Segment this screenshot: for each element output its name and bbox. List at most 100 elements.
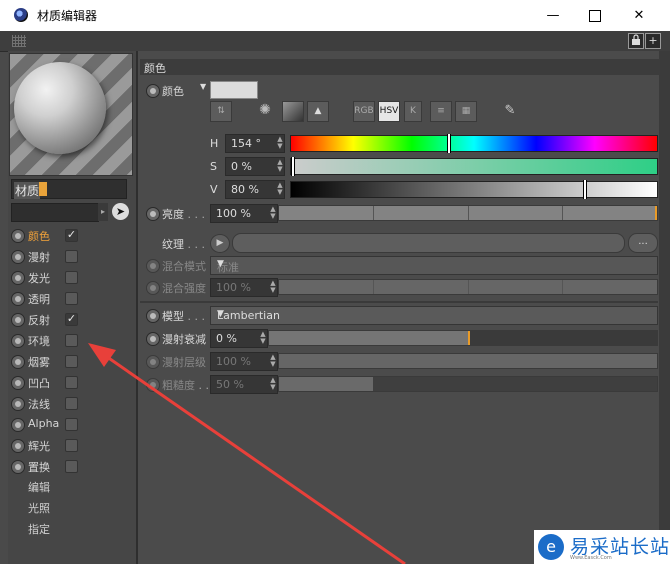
channel-radio[interactable] (11, 292, 25, 306)
channel-checkbox[interactable] (65, 334, 78, 347)
channel-item[interactable]: 发光 (10, 268, 138, 288)
texture-menu-button[interactable]: ▶ (210, 234, 230, 253)
lock-icon[interactable] (628, 33, 644, 49)
channel-checkbox-checked[interactable]: ✓ (65, 313, 78, 326)
picker-icon-1[interactable]: ⇅ (210, 101, 232, 122)
channel-label[interactable]: 烟雾 (28, 354, 50, 370)
channel-label[interactable]: 辉光 (28, 438, 50, 454)
channel-radio[interactable] (11, 397, 25, 411)
channel-checkbox[interactable] (65, 355, 78, 368)
channel-item[interactable]: 漫射 (10, 247, 138, 267)
channel-radio[interactable] (11, 250, 25, 264)
maximize-button[interactable] (572, 0, 618, 31)
channel-label[interactable]: 反射 (28, 312, 50, 328)
roughness-field[interactable]: 50 % ▲ ▼ (210, 375, 278, 394)
brightness-slider[interactable] (278, 205, 658, 221)
left-dropdown-arrow-icon[interactable]: ▸ (98, 203, 108, 221)
add-icon[interactable]: + (645, 33, 661, 49)
channel-radio[interactable] (11, 355, 25, 369)
v-value-field[interactable]: 80 % ▲ ▼ (225, 180, 285, 199)
channel-label[interactable]: 置换 (28, 459, 50, 475)
blend-mode-dropdown[interactable]: 标准 ▼ (210, 256, 658, 275)
channel-radio[interactable] (11, 334, 25, 348)
roughness-slider[interactable] (278, 376, 658, 392)
diffuse-level-slider[interactable] (278, 353, 658, 369)
extra-item[interactable]: 光照 (28, 500, 50, 516)
channel-item[interactable]: 透明 (10, 289, 138, 309)
blend-strength-spinner-icon[interactable]: ▲ ▼ (270, 280, 276, 294)
color-wheel-icon[interactable]: ✺ (255, 101, 275, 120)
left-dropdown-field[interactable] (11, 203, 99, 222)
diffuse-level-radio[interactable] (146, 355, 160, 369)
close-button[interactable]: ✕ (616, 0, 662, 31)
channel-radio[interactable] (11, 439, 25, 453)
channel-checkbox[interactable] (65, 397, 78, 410)
extra-item[interactable]: 编辑 (28, 479, 50, 495)
channel-item[interactable]: 法线 (10, 394, 138, 414)
diffuse-level-spinner-icon[interactable]: ▲ ▼ (270, 354, 276, 368)
brightness-radio[interactable] (146, 207, 160, 221)
channel-item[interactable]: 反射 ✓ (10, 310, 138, 330)
brightness-spinner-icon[interactable]: ▲ ▼ (270, 206, 276, 220)
value-marker[interactable] (583, 180, 587, 199)
hue-slider[interactable] (290, 134, 658, 153)
s-value-field[interactable]: 0 % ▲ ▼ (225, 157, 285, 176)
swatches-icon[interactable]: ▦ (455, 101, 477, 122)
channel-checkbox[interactable] (65, 418, 78, 431)
brightness-handle[interactable] (655, 206, 657, 220)
eyedropper-icon[interactable]: ✎ (500, 101, 520, 120)
sliders-icon[interactable]: ≡ (430, 101, 452, 122)
cursor-pick-icon[interactable]: ➤ (112, 203, 129, 220)
diffuse-falloff-slider[interactable] (268, 330, 658, 346)
texture-field[interactable] (232, 233, 625, 253)
texture-more-button[interactable]: ... (628, 233, 658, 253)
channel-radio[interactable] (11, 313, 25, 327)
h-value-field[interactable]: 154 ° ▲ ▼ (225, 134, 285, 153)
channel-label[interactable]: 凹凸 (28, 375, 50, 391)
channel-checkbox[interactable] (65, 376, 78, 389)
diffuse-falloff-radio[interactable] (146, 332, 160, 346)
color-expand-icon[interactable]: ▼ (200, 82, 206, 91)
material-name-field[interactable]: 材质 (11, 179, 127, 199)
spectrum-icon[interactable] (282, 101, 304, 122)
brightness-field[interactable]: 100 % ▲ ▼ (210, 204, 278, 223)
s-spinner-icon[interactable]: ▲ ▼ (277, 159, 283, 173)
channel-item[interactable]: 凹凸 (10, 373, 138, 393)
channel-radio[interactable] (11, 418, 25, 432)
channel-label[interactable]: 环境 (28, 333, 50, 349)
blend-mode-radio[interactable] (146, 259, 160, 273)
channel-item[interactable]: 置换 (10, 457, 138, 477)
diffuse-falloff-spinner-icon[interactable]: ▲ ▼ (260, 331, 266, 345)
rgb-mode-button[interactable]: RGB (353, 101, 375, 122)
color-radio[interactable] (146, 84, 160, 98)
model-dropdown[interactable]: Lambertian ▼ (210, 306, 658, 325)
channel-checkbox[interactable] (65, 271, 78, 284)
channel-label[interactable]: 发光 (28, 270, 50, 286)
channel-label[interactable]: 漫射 (28, 249, 50, 265)
model-radio[interactable] (146, 309, 160, 323)
channel-checkbox[interactable] (65, 460, 78, 473)
channel-label[interactable]: Alpha (28, 417, 59, 430)
channel-label[interactable]: 透明 (28, 291, 50, 307)
hue-marker[interactable] (447, 134, 451, 153)
grip-icon[interactable] (12, 35, 26, 47)
image-icon[interactable]: ▲ (307, 101, 329, 122)
channel-checkbox[interactable] (65, 250, 78, 263)
channel-label[interactable]: 颜色 (28, 228, 50, 244)
channel-radio[interactable] (11, 229, 25, 243)
extra-item[interactable]: 指定 (28, 521, 50, 537)
channel-radio[interactable] (11, 460, 25, 474)
channel-item[interactable]: 辉光 (10, 436, 138, 456)
blend-strength-slider[interactable] (278, 279, 658, 295)
channel-label[interactable]: 法线 (28, 396, 50, 412)
hsv-mode-button[interactable]: HSV (378, 101, 400, 122)
diffuse-level-field[interactable]: 100 % ▲ ▼ (210, 352, 278, 371)
channel-item[interactable]: 环境 (10, 331, 138, 351)
blend-strength-field[interactable]: 100 % ▲ ▼ (210, 278, 278, 297)
channel-checkbox[interactable] (65, 439, 78, 452)
saturation-marker[interactable] (291, 157, 295, 176)
material-preview[interactable] (9, 53, 133, 176)
color-swatch[interactable] (210, 81, 258, 99)
channel-checkbox-checked[interactable]: ✓ (65, 229, 78, 242)
value-slider[interactable] (290, 180, 658, 199)
